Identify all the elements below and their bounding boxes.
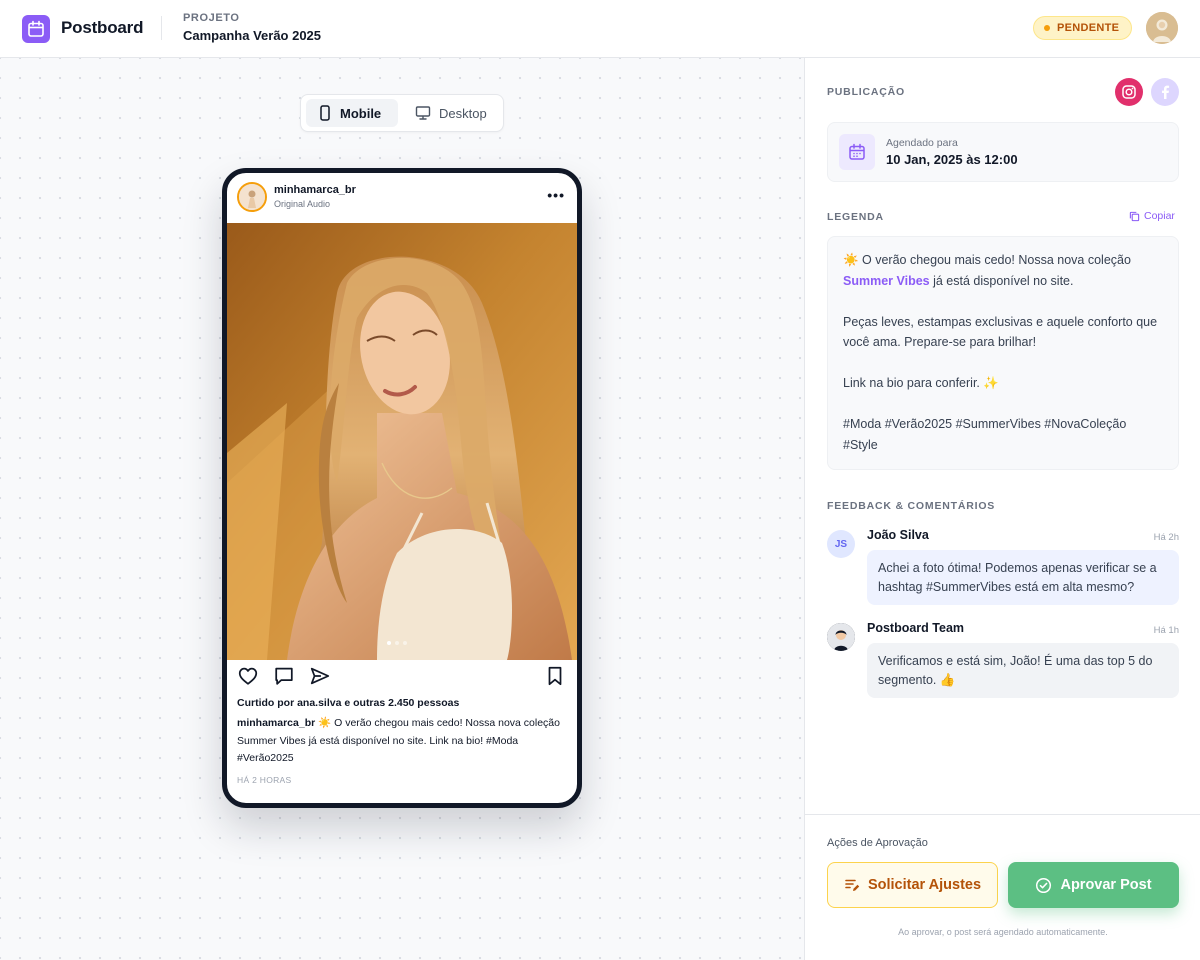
schedule-label: Agendado para [886, 137, 958, 149]
review-panel: PUBLICAÇÃO Agendado para 10 Jan, 2025 às… [804, 58, 1200, 960]
comment-time: Há 1h [1153, 625, 1179, 636]
bookmark-icon[interactable] [545, 665, 565, 687]
request-changes-label: Solicitar Ajustes [867, 877, 982, 893]
calendar-icon [839, 134, 875, 170]
post-username[interactable]: minhamarca_br [274, 184, 356, 196]
copy-label: Copiar [1144, 210, 1175, 222]
caption-title: LEGENDA [827, 211, 884, 223]
carousel-indicator [387, 641, 407, 645]
caption-paragraph-2: Peças leves, estampas exclusivas e aquel… [843, 314, 1158, 350]
approval-title: Ações de Aprovação [827, 837, 928, 849]
comment-icon[interactable] [273, 665, 295, 687]
status-label: PENDENTE [1057, 22, 1120, 34]
monitor-icon [415, 106, 431, 120]
schedule-card: Agendado para 10 Jan, 2025 às 12:00 [827, 122, 1179, 182]
caption-card: ☀️ O verão chegou mais cedo! Nossa nova … [827, 236, 1179, 470]
project-label: PROJETO [183, 12, 240, 24]
team-avatar [827, 623, 855, 651]
post-photo [227, 223, 577, 660]
more-options-icon[interactable]: ••• [547, 187, 565, 203]
request-changes-button[interactable]: Solicitar Ajustes [827, 862, 998, 908]
desktop-toggle-label: Desktop [439, 105, 487, 121]
header-divider [161, 16, 162, 40]
project-name: Campanha Verão 2025 [183, 28, 322, 43]
caption-p1-end: já está disponível no site. [929, 273, 1074, 288]
approval-footer: Ações de Aprovação Solicitar Ajustes Apr… [805, 814, 1200, 960]
copy-icon [1129, 211, 1140, 221]
post-time: HÁ 2 HORAS [237, 775, 292, 785]
top-header: Postboard PROJETO Campanha Verão 2025 PE… [0, 0, 1200, 58]
commenter-name: João Silva [867, 528, 929, 542]
share-icon[interactable] [309, 665, 331, 687]
heart-icon[interactable] [237, 665, 259, 687]
post-caption: minhamarca_br ☀️ O verão chegou mais ced… [237, 715, 567, 768]
approve-post-button[interactable]: Aprovar Post [1008, 862, 1179, 908]
carousel-dot [387, 641, 391, 645]
status-dot-icon [1044, 25, 1050, 31]
comment-time: Há 2h [1153, 532, 1179, 543]
caption-paragraph-4: #Moda #Verão2025 #SummerVibes #NovaColeç… [843, 417, 1127, 452]
caption-username[interactable]: minhamarca_br [237, 717, 315, 729]
likes-text: Curtido por ana.silva e outras 2.450 pes… [237, 697, 460, 709]
phone-icon [320, 105, 330, 121]
schedule-value: 10 Jan, 2025 às 12:00 [886, 152, 1018, 167]
publication-title: PUBLICAÇÃO [827, 86, 905, 98]
check-circle-icon [1036, 877, 1052, 893]
status-badge: PENDENTE [1033, 16, 1133, 40]
preview-canvas: Mobile Desktop minhamarca_br Original Au… [0, 58, 804, 960]
desktop-toggle-button[interactable]: Desktop [403, 99, 499, 127]
phone-mockup: minhamarca_br Original Audio ••• Curtido… [222, 168, 582, 808]
caption-p1-text: ☀️ O verão chegou mais cedo! Nossa nova … [843, 253, 1131, 267]
carousel-dot [395, 641, 399, 645]
carousel-dot [403, 641, 407, 645]
device-toggle: Mobile Desktop [300, 94, 504, 132]
facebook-icon[interactable] [1151, 78, 1179, 106]
caption-paragraph-3: Link na bio para conferir. ✨ [843, 376, 999, 390]
mobile-toggle-label: Mobile [340, 105, 382, 121]
commenter-name: Postboard Team [867, 621, 965, 635]
instagram-icon[interactable] [1115, 78, 1143, 106]
approval-note: Ao aprovar, o post será agendado automat… [898, 927, 1108, 937]
comment-bubble: Verificamos e está sim, João! É uma das … [867, 643, 1179, 698]
post-actions [227, 665, 577, 689]
mobile-toggle-button[interactable]: Mobile [306, 99, 398, 127]
post-avatar[interactable] [237, 182, 267, 212]
caption-paragraph-1: ☀️ O verão chegou mais cedo! Nossa nova … [843, 250, 1163, 291]
calendar-logo-icon [22, 15, 50, 43]
edit-list-icon [845, 879, 860, 891]
feedback-title: FEEDBACK & COMENTÁRIOS [827, 500, 996, 512]
post-subtitle: Original Audio [274, 199, 331, 209]
comment-bubble: Achei a foto ótima! Podemos apenas verif… [867, 550, 1179, 605]
user-avatar[interactable] [1146, 12, 1178, 44]
approve-post-label: Aprovar Post [1060, 877, 1152, 893]
commenter-avatar: JS [827, 530, 855, 558]
brand-name: Postboard [61, 18, 144, 37]
post-header: minhamarca_br Original Audio ••• [227, 173, 577, 223]
copy-button[interactable]: Copiar [1129, 210, 1175, 222]
caption-highlight: Summer Vibes [843, 273, 930, 288]
